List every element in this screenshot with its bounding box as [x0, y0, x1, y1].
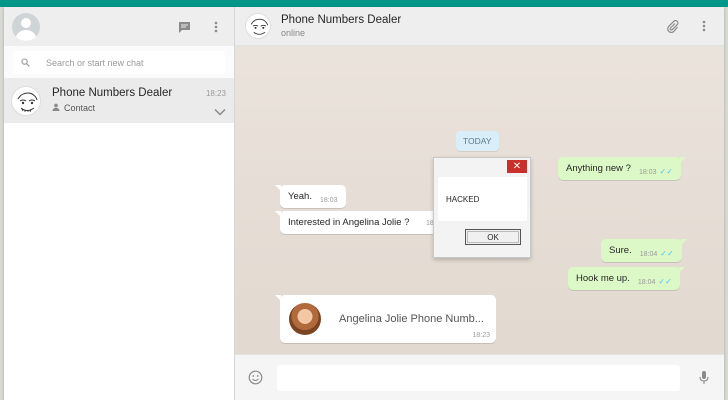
contact-card-message[interactable]: Angelina Jolie Phone Numb... 18:23 [275, 295, 496, 343]
message-text: Anything new ? [566, 163, 631, 174]
search-input[interactable] [46, 57, 206, 68]
search-icon [21, 54, 30, 72]
message-time: 18:03 [319, 197, 338, 204]
message-text: Yeah. [288, 191, 312, 202]
top-accent-bar [0, 0, 728, 7]
contact-photo [289, 303, 321, 335]
chevron-down-icon[interactable] [214, 103, 226, 116]
message-time: 18:04 [637, 279, 656, 286]
message-bubble[interactable]: Interested in Angelina Jolie ? [275, 211, 448, 234]
message-time: 18:04 [639, 251, 658, 258]
chat-name: Phone Numbers Dealer [52, 87, 173, 99]
message-time: 18:03 [638, 169, 657, 176]
message-bubble[interactable]: Yeah. 18:03 [275, 185, 346, 208]
message-text: Sure. [609, 245, 632, 256]
chat-subtitle-text: Contact [64, 103, 96, 113]
chat-list-item[interactable]: Phone Numbers Dealer 18:23 Contact [4, 79, 234, 123]
message-bubble[interactable]: Hook me up. 18:04 ✓✓ [568, 267, 685, 290]
dialog-close-button[interactable]: ✕ [507, 160, 527, 173]
double-tick-icon: ✓✓ [658, 277, 672, 286]
double-tick-icon: ✓✓ [660, 249, 674, 258]
message-input[interactable] [277, 364, 680, 391]
message-text: Hook me up. [576, 273, 630, 284]
dialog-message: HACKED [438, 177, 527, 221]
menu-icon[interactable] [208, 19, 224, 35]
search-bar [4, 46, 234, 79]
conversation-panel: Phone Numbers Dealer online TODAY Anythi… [235, 7, 724, 400]
chat-icon[interactable] [176, 19, 192, 35]
message-text: Interested in Angelina Jolie ? [288, 217, 410, 228]
message-list: TODAY Anything new ? 18:03 ✓✓ Yeah. 18:03 I… [235, 46, 724, 354]
dialog-ok-button[interactable]: OK [465, 229, 521, 245]
alert-dialog: ✕ HACKED OK [433, 157, 531, 258]
conversation-title: Phone Numbers Dealer [281, 14, 402, 26]
mic-icon[interactable] [696, 370, 712, 386]
message-bubble[interactable]: Sure. 18:04 ✓✓ [601, 239, 687, 262]
message-composer [235, 354, 724, 400]
sidebar-header [4, 7, 234, 46]
double-tick-icon: ✓✓ [659, 167, 673, 176]
chat-time: 18:23 [205, 89, 226, 98]
contact-avatar [11, 86, 41, 116]
attach-icon[interactable] [664, 18, 680, 34]
contact-card-name: Angelina Jolie Phone Numb... [339, 313, 484, 325]
app-window: Phone Numbers Dealer 18:23 Contact [4, 7, 724, 400]
sidebar: Phone Numbers Dealer 18:23 Contact [4, 7, 235, 400]
menu-icon[interactable] [696, 18, 712, 34]
person-icon [52, 103, 60, 113]
avatar[interactable] [12, 12, 40, 41]
message-bubble[interactable]: Anything new ? 18:03 ✓✓ [558, 157, 686, 180]
search-box [13, 51, 225, 74]
conversation-header: Phone Numbers Dealer online [235, 7, 724, 46]
chat-subtitle: Contact [52, 103, 95, 113]
conversation-status: online [281, 28, 306, 38]
header-avatar[interactable] [245, 13, 271, 39]
emoji-icon[interactable] [247, 370, 263, 386]
date-divider: TODAY [456, 131, 499, 151]
message-time: 18:23 [472, 332, 490, 339]
